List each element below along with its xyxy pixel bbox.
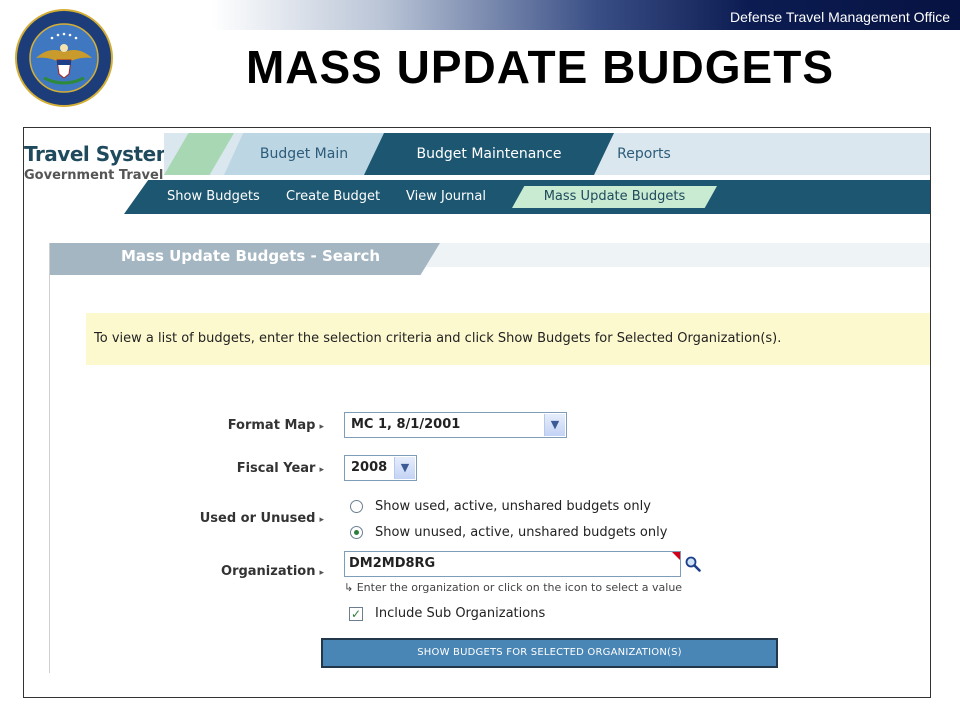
tab-budget-maintenance[interactable]: Budget Maintenance (364, 133, 614, 175)
required-marker-icon (672, 552, 680, 560)
organization-label-row: Organization ▸ (134, 564, 324, 579)
fiscal-year-label: Fiscal Year (236, 461, 316, 476)
panel-header-extension (424, 243, 930, 267)
subnav-create-budget[interactable]: Create Budget (286, 180, 380, 214)
chevron-down-icon[interactable]: ▼ (394, 457, 415, 479)
checkmark-icon: ✓ (350, 607, 362, 621)
organization-input[interactable]: DM2MD8RG (344, 551, 681, 577)
caret-right-icon: ▸ (319, 568, 324, 578)
caret-right-icon: ▸ (319, 465, 324, 475)
radio-unused[interactable] (350, 526, 363, 539)
subnav-show-budgets[interactable]: Show Budgets (167, 180, 260, 214)
organization-value: DM2MD8RG (349, 556, 436, 571)
format-map-label-row: Format Map ▸ (134, 418, 324, 433)
format-map-value: MC 1, 8/1/2001 (351, 417, 461, 432)
organization-hint: ↳ Enter the organization or click on the… (344, 581, 682, 594)
magnifier-icon[interactable] (685, 556, 701, 572)
format-map-label: Format Map (227, 418, 316, 433)
organization-hint-text: Enter the organization or click on the i… (356, 581, 683, 594)
radio-used-label: Show used, active, unshared budgets only (375, 499, 651, 514)
used-label-row: Used or Unused ▸ (134, 511, 324, 526)
include-sub-checkbox[interactable]: ✓ (349, 607, 363, 621)
page-title: MASS UPDATE BUDGETS (245, 41, 835, 93)
app-screenshot: Travel System Government Travel Budget M… (23, 127, 931, 698)
hint-arrow-icon: ↳ (344, 581, 354, 594)
office-name: Defense Travel Management Office (730, 9, 950, 25)
fiscal-year-select[interactable]: 2008 ▼ (344, 455, 417, 481)
format-map-select[interactable]: MC 1, 8/1/2001 ▼ (344, 412, 567, 438)
tab-reports[interactable]: Reports (594, 133, 694, 175)
fiscal-year-value: 2008 (351, 460, 388, 475)
fiscal-year-label-row: Fiscal Year ▸ (134, 461, 324, 476)
include-sub-label: Include Sub Organizations (375, 606, 546, 621)
instruction-banner: To view a list of budgets, enter the sel… (86, 313, 930, 365)
subnav-mass-update-budgets[interactable]: Mass Update Budgets (512, 186, 717, 208)
panel-title: Mass Update Budgets - Search (121, 247, 381, 265)
organization-label: Organization (221, 564, 316, 579)
used-unused-label: Used or Unused (199, 511, 316, 526)
caret-right-icon: ▸ (319, 422, 324, 432)
show-budgets-button[interactable]: SHOW BUDGETS FOR SELECTED ORGANIZATION(S… (321, 638, 778, 668)
brand-title: Travel System (24, 142, 177, 166)
brand-subtitle: Government Travel (24, 168, 164, 183)
radio-used[interactable] (350, 500, 363, 513)
instruction-text: To view a list of budgets, enter the sel… (94, 331, 782, 346)
subnav-view-journal[interactable]: View Journal (406, 180, 486, 214)
caret-right-icon: ▸ (319, 515, 324, 525)
chevron-down-icon[interactable]: ▼ (544, 414, 565, 436)
tab-budget-main[interactable]: Budget Main (224, 133, 384, 175)
radio-unused-label: Show unused, active, unshared budgets on… (375, 525, 668, 540)
